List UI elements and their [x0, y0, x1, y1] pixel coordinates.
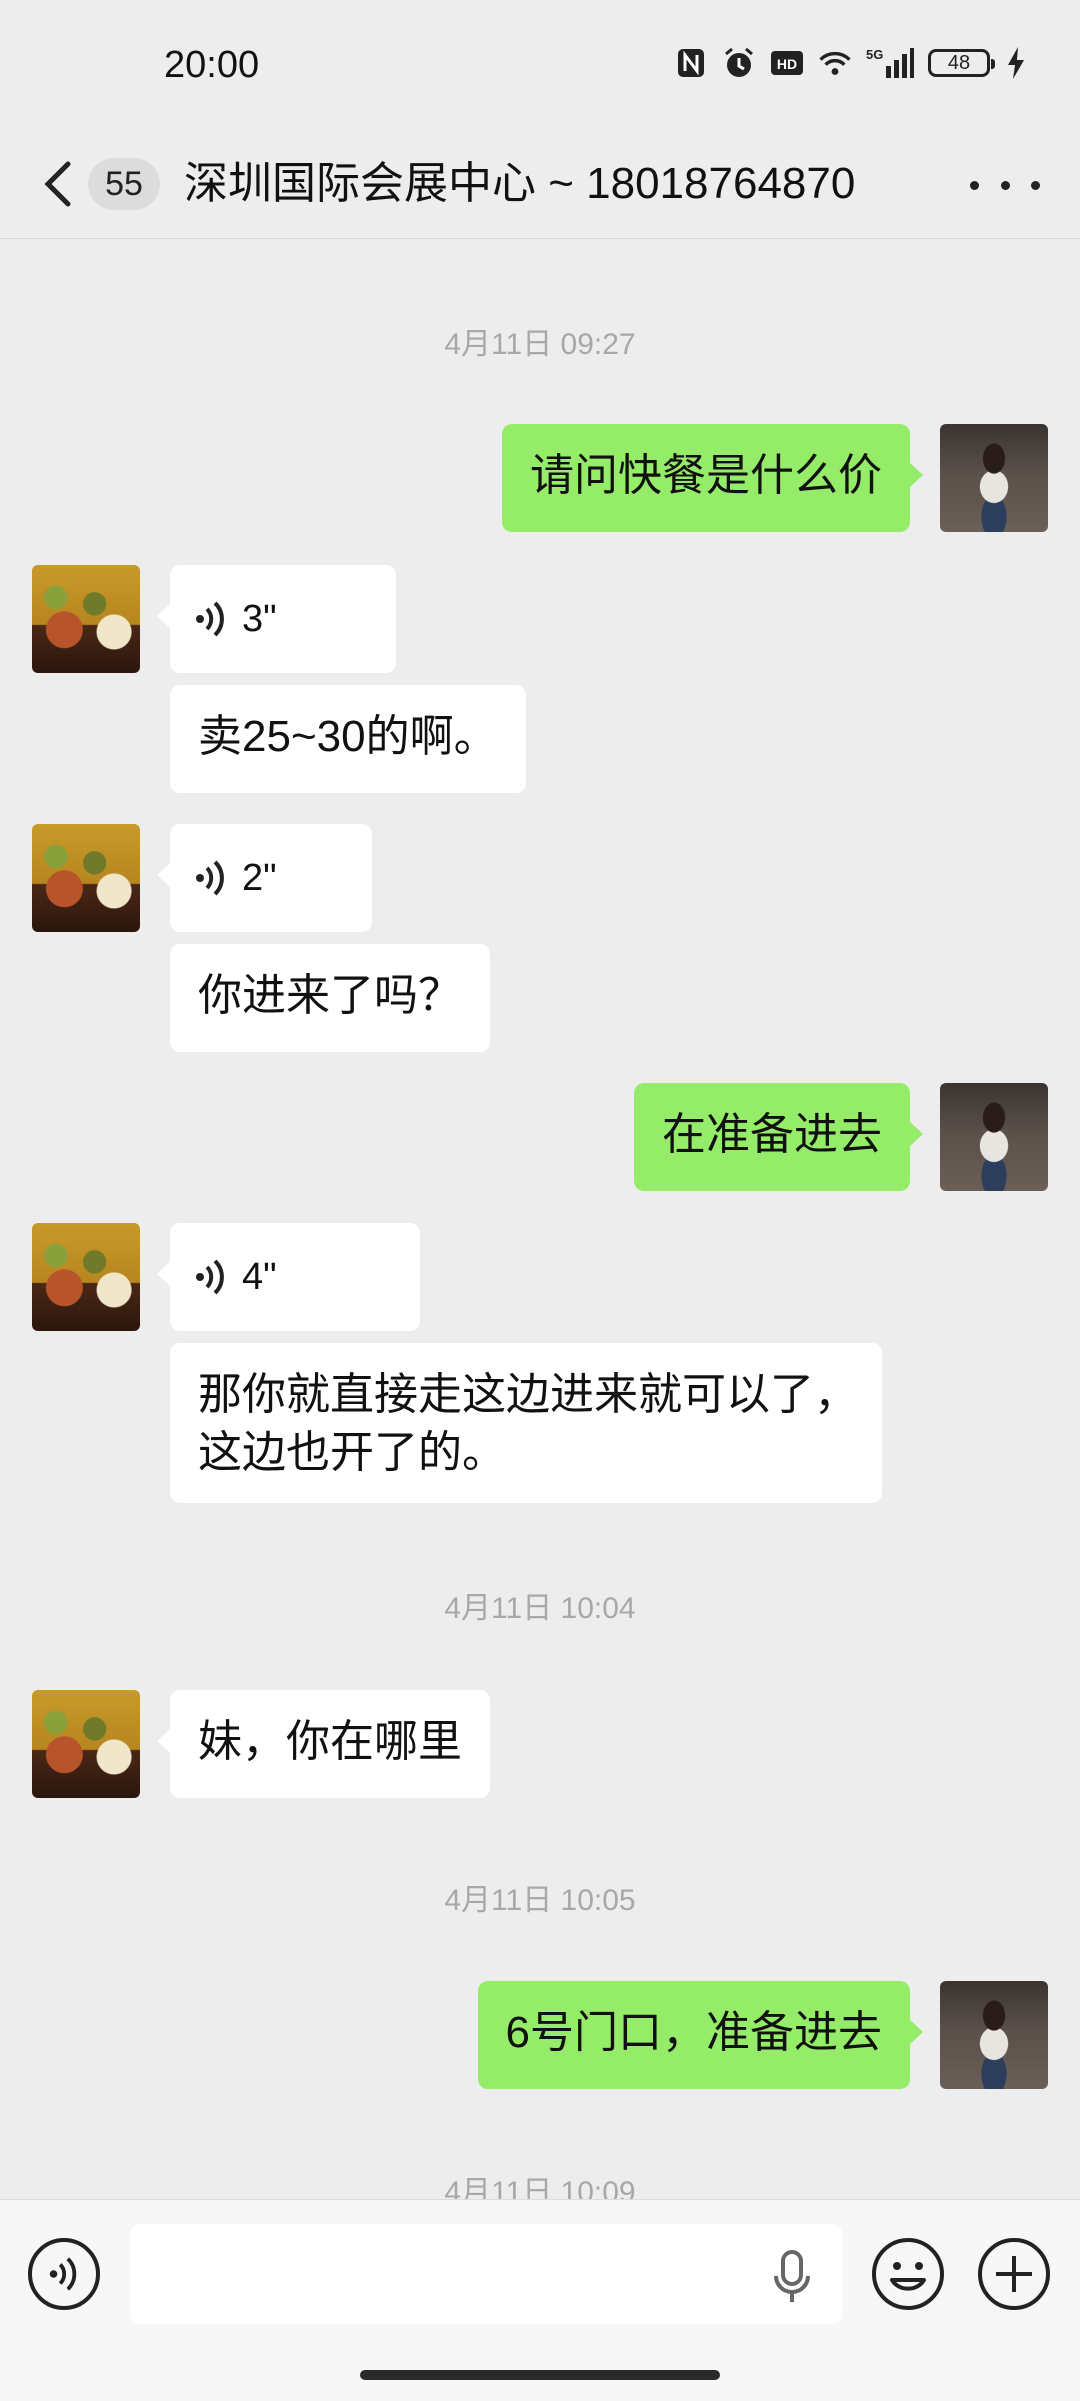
status-time: 20:00: [164, 44, 260, 86]
message-bubble-outgoing[interactable]: 6号门口，准备进去: [477, 1981, 924, 2089]
timestamp: 4月11日 09:27: [444, 328, 636, 361]
timestamp: 4月11日 10:04: [444, 1592, 636, 1625]
5g-signal-icon: 5G: [866, 46, 914, 80]
voice-message[interactable]: 2": [157, 824, 372, 932]
contact-avatar[interactable]: [32, 1223, 140, 1331]
hd-icon: HD: [770, 46, 804, 80]
voice-wave-icon: [196, 1259, 224, 1295]
battery-icon: 48: [928, 49, 995, 77]
more-options-icon[interactable]: [970, 160, 1040, 210]
my-avatar[interactable]: [940, 424, 1048, 532]
message-bubble-outgoing[interactable]: 在准备进去: [634, 1083, 923, 1191]
emoji-icon[interactable]: [870, 2236, 946, 2312]
voice-message[interactable]: 3": [157, 565, 396, 673]
back-arrow-icon[interactable]: [36, 152, 80, 216]
nfc-icon: [674, 46, 708, 80]
timestamp: 4月11日 10:09: [444, 2176, 636, 2199]
home-indicator[interactable]: [360, 2370, 720, 2380]
message-bubble-incoming[interactable]: 你进来了吗？: [170, 944, 490, 1052]
alarm-icon: [722, 46, 756, 80]
voice-input-toggle-icon[interactable]: [28, 2238, 100, 2310]
chat-header: 55 深圳国际会展中心 ~ 18018764870: [0, 130, 1080, 239]
wifi-icon: [818, 46, 852, 80]
message-bubble-outgoing[interactable]: 请问快餐是什么价: [502, 424, 923, 532]
my-avatar[interactable]: [940, 1083, 1048, 1191]
plus-icon[interactable]: [976, 2236, 1052, 2312]
voice-message[interactable]: 4": [157, 1223, 420, 1331]
contact-avatar[interactable]: [32, 824, 140, 932]
message-bubble-incoming[interactable]: 那你就直接走这边进来就可以了， 这边也开了的。: [170, 1343, 882, 1503]
message-line: 那你就直接走这边进来就可以了，: [198, 1370, 858, 1419]
svg-text:5G: 5G: [866, 47, 883, 62]
chat-title: 深圳国际会展中心 ~ 18018764870: [184, 159, 856, 208]
voice-duration: 4": [242, 1256, 277, 1298]
message-input[interactable]: [130, 2224, 842, 2324]
microphone-icon[interactable]: [770, 2248, 814, 2308]
voice-wave-icon: [196, 601, 224, 637]
input-bar: [0, 2199, 1080, 2401]
message-line: 这边也开了的。: [198, 1428, 506, 1477]
voice-wave-icon: [196, 860, 224, 896]
my-avatar[interactable]: [940, 1981, 1048, 2089]
contact-avatar[interactable]: [32, 565, 140, 673]
status-icons: HD 5G 48: [674, 46, 1028, 80]
voice-duration: 2": [242, 857, 277, 899]
svg-text:HD: HD: [777, 56, 797, 72]
message-list[interactable]: 4月11日 09:27 请问快餐是什么价 3" 卖25~30的啊。 2" 你进来…: [0, 239, 1080, 2199]
voice-duration: 3": [242, 598, 277, 640]
unread-count-badge[interactable]: 55: [88, 158, 160, 210]
status-bar: 20:00 HD 5G 48: [0, 0, 1080, 130]
timestamp: 4月11日 10:05: [444, 1884, 636, 1917]
charging-icon: [1004, 46, 1028, 80]
message-bubble-incoming[interactable]: 妹，你在哪里: [157, 1690, 490, 1798]
contact-avatar[interactable]: [32, 1690, 140, 1798]
message-bubble-incoming[interactable]: 卖25~30的啊。: [170, 685, 526, 793]
